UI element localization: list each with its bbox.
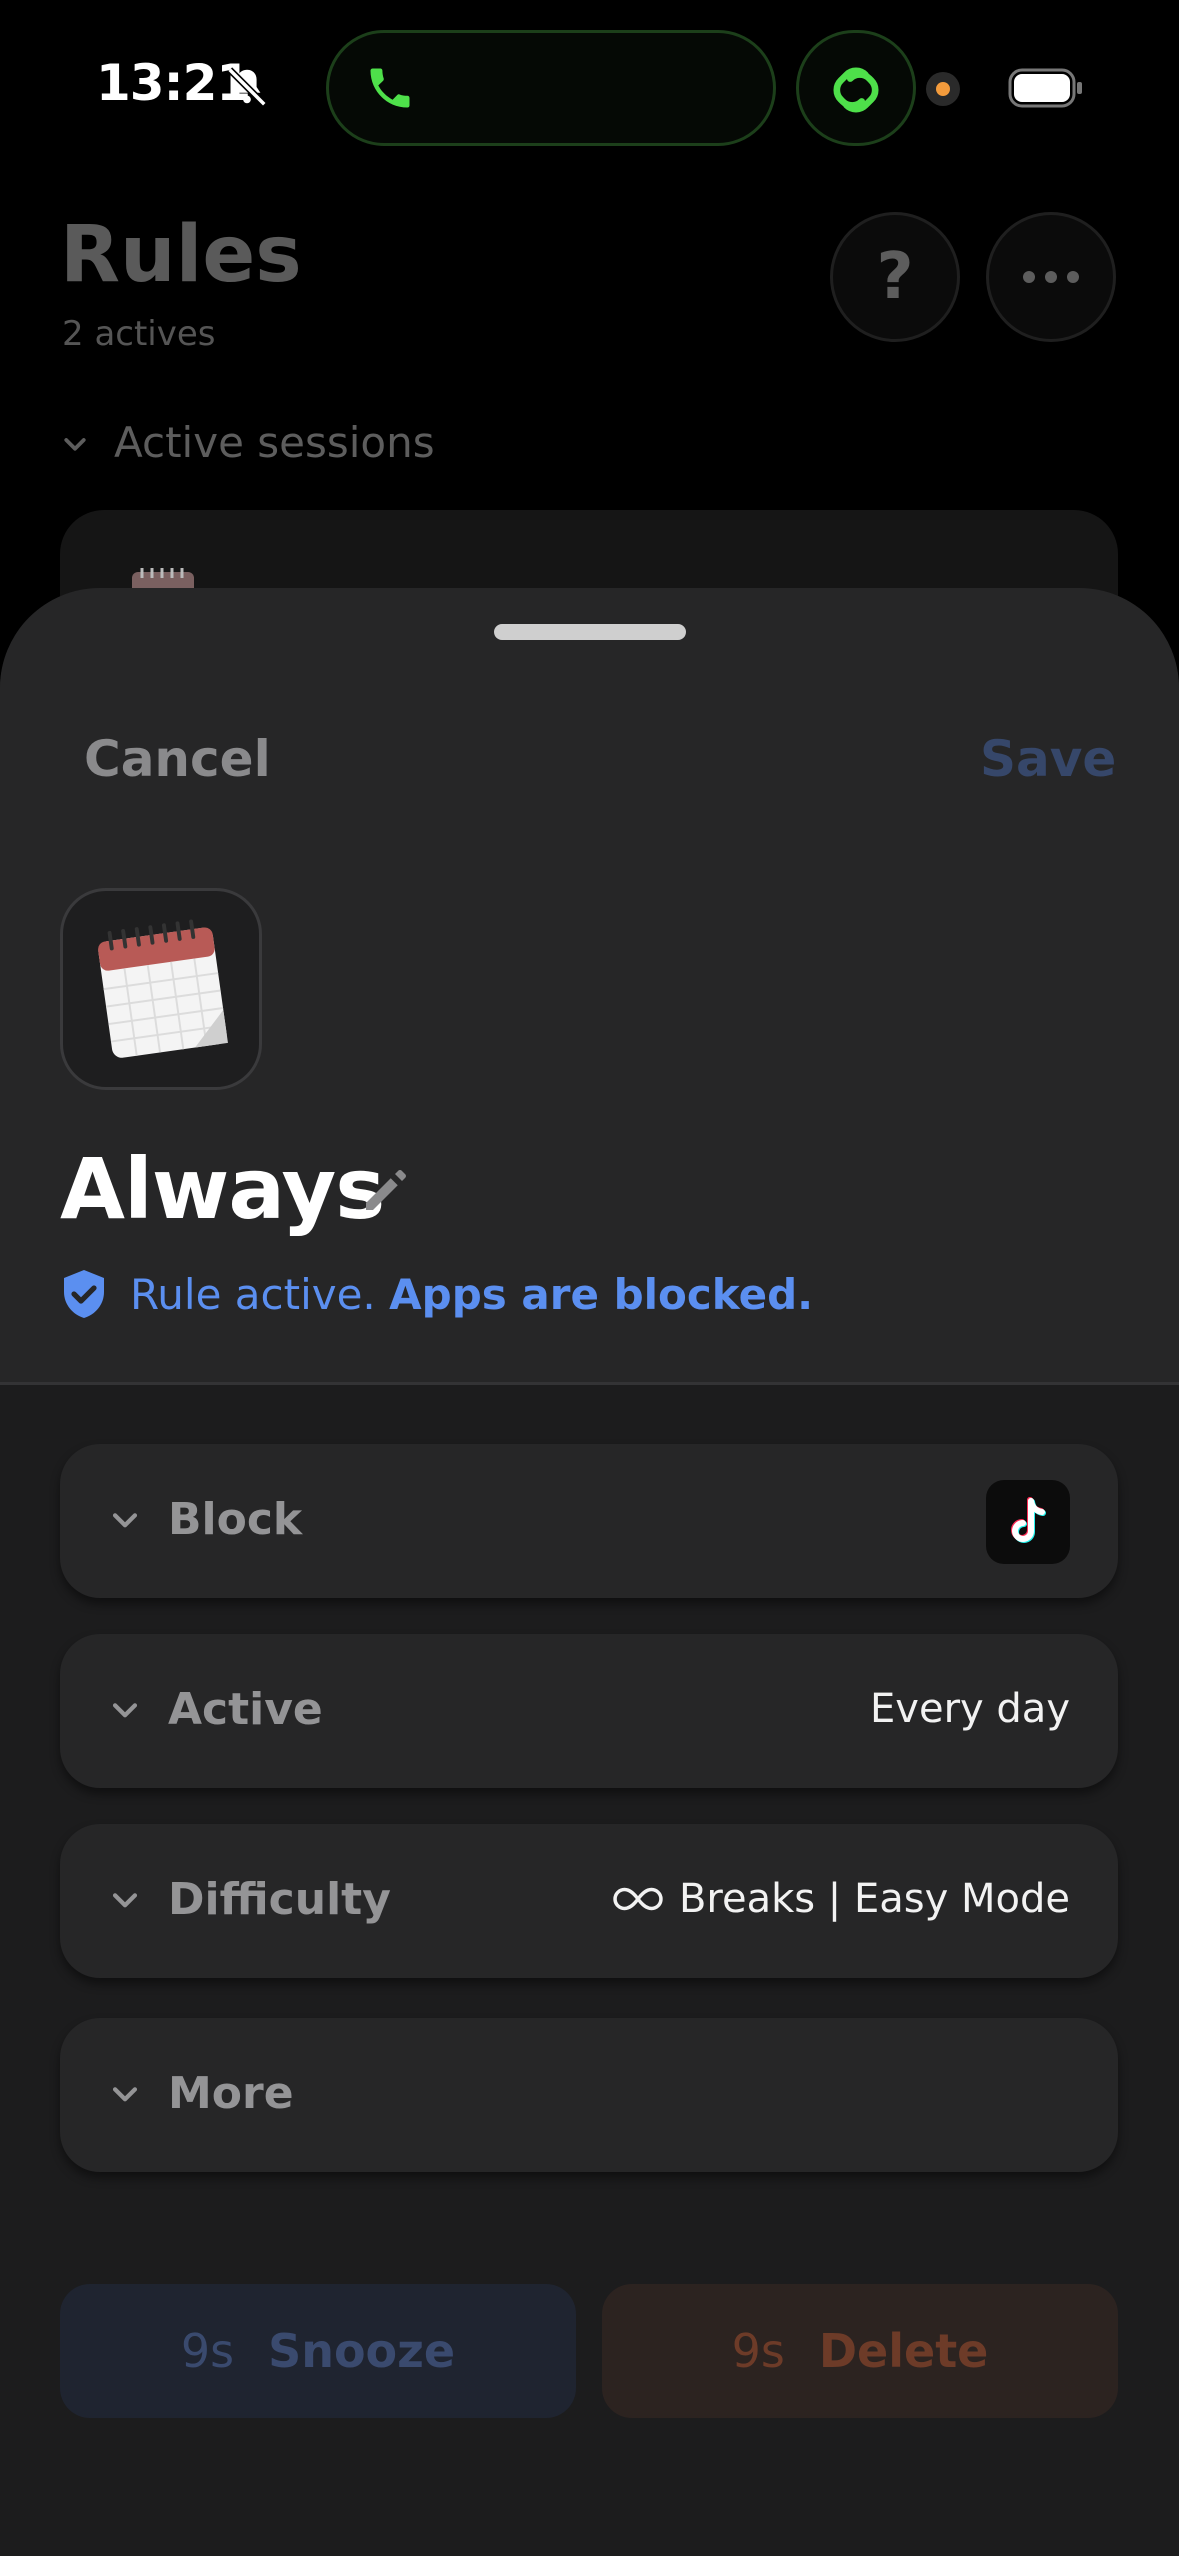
bell-slash-icon (227, 67, 267, 107)
rule-icon-button[interactable] (60, 888, 262, 1090)
edit-rule-sheet: Cancel Save Always Rule active. Apps are… (0, 588, 1179, 2556)
cancel-button[interactable]: Cancel (84, 730, 271, 788)
link-icon (833, 67, 879, 113)
chevron-down-icon (64, 438, 86, 451)
difficulty-text: Breaks | Easy Mode (678, 1876, 1070, 1922)
snooze-button[interactable]: 9s Snooze (60, 2284, 576, 2418)
more-options-button[interactable] (986, 212, 1116, 342)
rule-status: Rule active. Apps are blocked. (130, 1270, 813, 1319)
chevron-down-icon (112, 1513, 138, 1528)
infinity-icon (613, 1887, 663, 1911)
row-active[interactable]: Active Every day (60, 1634, 1118, 1788)
row-block[interactable]: Block (60, 1444, 1118, 1598)
delete-button[interactable]: 9s Delete (602, 2284, 1118, 2418)
shield-check-icon (64, 1270, 104, 1318)
delete-label: Delete (818, 2324, 989, 2378)
chevron-down-icon (112, 2087, 138, 2102)
chevron-down-icon (112, 1893, 138, 1908)
row-more[interactable]: More (60, 2018, 1118, 2172)
row-active-label: Active (168, 1684, 323, 1735)
status-prefix: Rule active. (130, 1270, 376, 1319)
ellipsis-icon (1023, 271, 1079, 283)
row-difficulty-value: Breaks | Easy Mode (611, 1876, 1070, 1922)
row-difficulty-label: Difficulty (168, 1874, 391, 1925)
calendar-icon (98, 919, 228, 1058)
page-subtitle: 2 actives (62, 314, 216, 354)
divider (0, 1382, 1179, 1385)
sheet-grabber[interactable] (494, 624, 686, 640)
delete-timer: 9s (731, 2324, 785, 2378)
recording-indicator (926, 72, 960, 106)
question-icon: ? (876, 240, 914, 314)
snooze-label: Snooze (268, 2324, 456, 2378)
save-button[interactable]: Save (980, 730, 1116, 788)
section-active-sessions[interactable]: Active sessions (114, 418, 435, 467)
row-block-label: Block (168, 1494, 303, 1545)
snooze-timer: 9s (180, 2324, 235, 2378)
battery-icon (1008, 68, 1082, 108)
phone-icon (370, 68, 410, 108)
help-button[interactable]: ? (830, 212, 960, 342)
pencil-icon[interactable] (356, 1160, 416, 1220)
row-active-value: Every day (870, 1686, 1070, 1732)
page-title: Rules (60, 210, 302, 300)
row-difficulty[interactable]: Difficulty Breaks | Easy Mode (60, 1824, 1118, 1978)
tiktok-icon (986, 1480, 1070, 1564)
row-more-label: More (168, 2068, 294, 2119)
status-emphasis: Apps are blocked. (389, 1270, 814, 1319)
chevron-down-icon (112, 1703, 138, 1718)
rule-name[interactable]: Always (60, 1140, 385, 1238)
